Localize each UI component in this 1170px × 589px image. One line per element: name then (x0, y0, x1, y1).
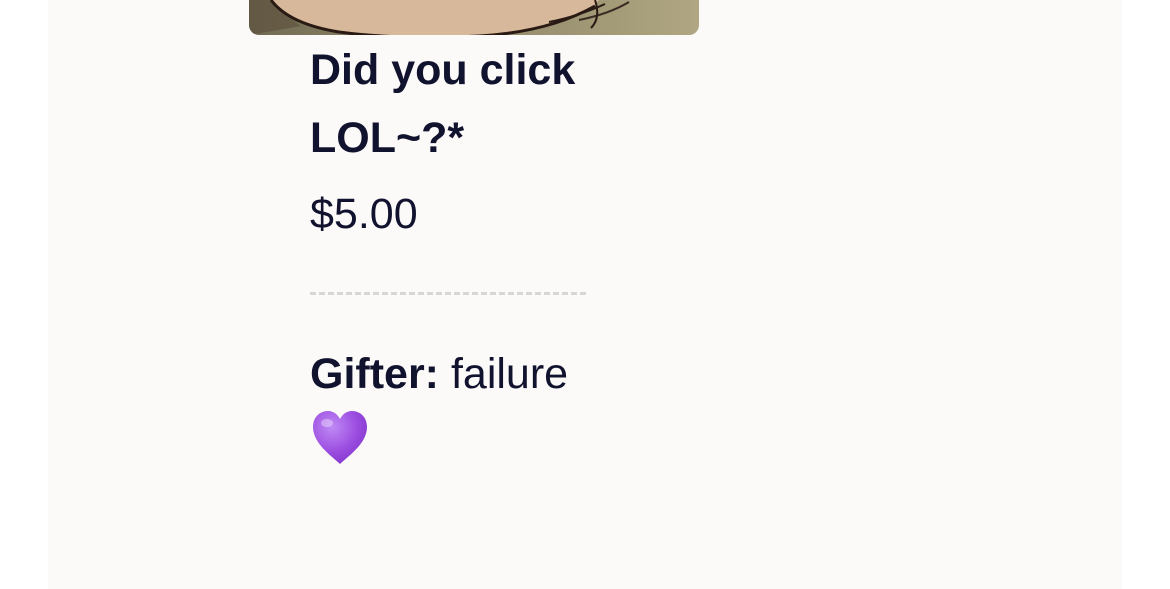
product-image[interactable] (249, 0, 699, 35)
gift-card: Did you click LOL~?* $5.00 Gifter: failu… (249, 0, 699, 589)
item-price: $5.00 (310, 190, 418, 238)
page-background: Did you click LOL~?* $5.00 Gifter: failu… (48, 0, 1122, 589)
gifter-label: Gifter: (310, 350, 439, 398)
gifter-name: failure (450, 350, 569, 398)
item-details: Did you click LOL~?* $5.00 Gifter: failu… (310, 36, 600, 464)
item-title: Did you click LOL~?* (310, 46, 576, 162)
gifter-line: Gifter: failure (310, 349, 568, 399)
dashed-divider (310, 292, 586, 295)
purple-heart-icon (311, 410, 369, 466)
product-image-art (249, 0, 699, 35)
